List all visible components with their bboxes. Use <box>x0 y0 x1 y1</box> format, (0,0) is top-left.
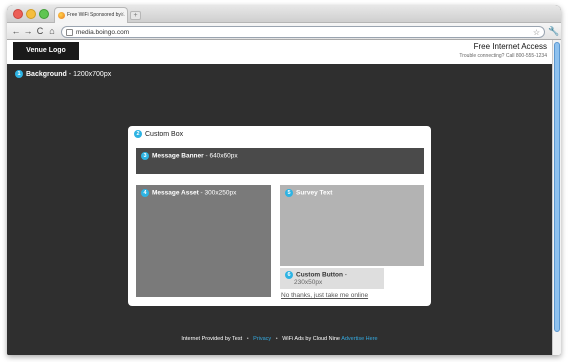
number-badge: 2 <box>134 130 142 138</box>
home-icon[interactable]: ⌂ <box>47 26 57 36</box>
tab-title: Free WiFi Sponsored by... <box>67 12 125 18</box>
footer-separator: • <box>246 336 249 342</box>
number-badge: 5 <box>285 189 293 197</box>
background-name: Background <box>26 70 67 78</box>
browser-toolbar: ← → C ⌂ media.boingo.com ☆ 🔧 <box>7 23 561 40</box>
message-asset[interactable]: 4 Message Asset - 300x250px <box>136 185 271 297</box>
message-banner-label: 3 Message Banner - 640x60px <box>141 152 238 160</box>
number-badge: 1 <box>15 70 23 78</box>
vertical-scrollbar[interactable] <box>552 40 561 355</box>
footer: Internet Provided by Test • Privacy • Wi… <box>7 336 552 342</box>
footer-separator: • <box>275 336 278 342</box>
custom-box-name: Custom Box <box>145 130 184 138</box>
back-icon[interactable]: ← <box>11 26 21 36</box>
close-window-button[interactable] <box>13 9 23 19</box>
survey-text-label: 5 Survey Text <box>285 189 332 197</box>
background-label: 1 Background - 1200x700px <box>15 70 111 78</box>
message-asset-dimensions: - 300x250px <box>198 189 237 197</box>
title-bar: Free WiFi Sponsored by... × + <box>7 5 561 23</box>
page-background: 1 Background - 1200x700px 2 Custom Box 3 Me… <box>7 64 552 355</box>
survey-text-area: 5 Survey Text <box>280 185 424 266</box>
number-badge: 6 <box>285 271 293 279</box>
message-asset-name: Message Asset <box>152 189 199 197</box>
background-dimensions: - 1200x700px <box>66 70 112 78</box>
browser-window: Free WiFi Sponsored by... × + ← → C ⌂ me… <box>7 5 561 355</box>
message-banner-dimensions: - 640x60px <box>203 152 238 160</box>
portal-header: Venue Logo Free Internet Access Trouble … <box>7 40 561 64</box>
wrench-icon[interactable]: 🔧 <box>548 25 559 37</box>
no-thanks-link[interactable]: No thanks, just take me online <box>281 292 368 299</box>
custom-button[interactable]: 6 Custom Button - 230x50px <box>280 268 384 289</box>
tab-close-icon[interactable]: × <box>120 8 124 23</box>
new-tab-button[interactable]: + <box>130 11 141 20</box>
bookmark-star-icon[interactable]: ☆ <box>533 27 540 38</box>
header-title: Free Internet Access <box>473 42 547 51</box>
scroll-thumb[interactable] <box>554 42 560 332</box>
number-badge: 4 <box>141 189 149 197</box>
footer-ads-by: WiFi Ads by Cloud Nine <box>282 336 340 342</box>
message-banner-name: Message Banner <box>152 152 204 160</box>
footer-provided-by: Internet Provided by Test <box>181 336 243 342</box>
advertise-link[interactable]: Advertise Here <box>341 336 377 342</box>
reload-icon[interactable]: C <box>35 26 45 36</box>
page-icon <box>66 29 73 36</box>
custom-box-label: 2 Custom Box <box>134 130 183 138</box>
survey-text-name: Survey Text <box>296 189 333 197</box>
privacy-link[interactable]: Privacy <box>253 336 271 342</box>
venue-logo: Venue Logo <box>13 42 79 60</box>
custom-box: 2 Custom Box 3 Message Banner - 640x60px 4… <box>128 126 431 306</box>
message-banner[interactable]: 3 Message Banner - 640x60px <box>136 148 424 174</box>
custom-button-name: Custom Button <box>296 271 343 279</box>
message-asset-label: 4 Message Asset - 300x250px <box>141 189 236 197</box>
header-subtitle: Trouble connecting? Call 800-555-1234 <box>459 53 547 59</box>
number-badge: 3 <box>141 152 149 160</box>
custom-button-separator: - <box>342 271 347 279</box>
zoom-window-button[interactable] <box>39 9 49 19</box>
minimize-window-button[interactable] <box>26 9 36 19</box>
url-text[interactable]: media.boingo.com <box>76 27 129 38</box>
address-bar[interactable]: media.boingo.com ☆ <box>61 26 545 38</box>
custom-button-dimensions: 230x50px <box>294 279 323 286</box>
forward-icon[interactable]: → <box>23 26 33 36</box>
browser-tab[interactable]: Free WiFi Sponsored by... × <box>54 7 128 23</box>
favicon-icon <box>58 12 65 19</box>
